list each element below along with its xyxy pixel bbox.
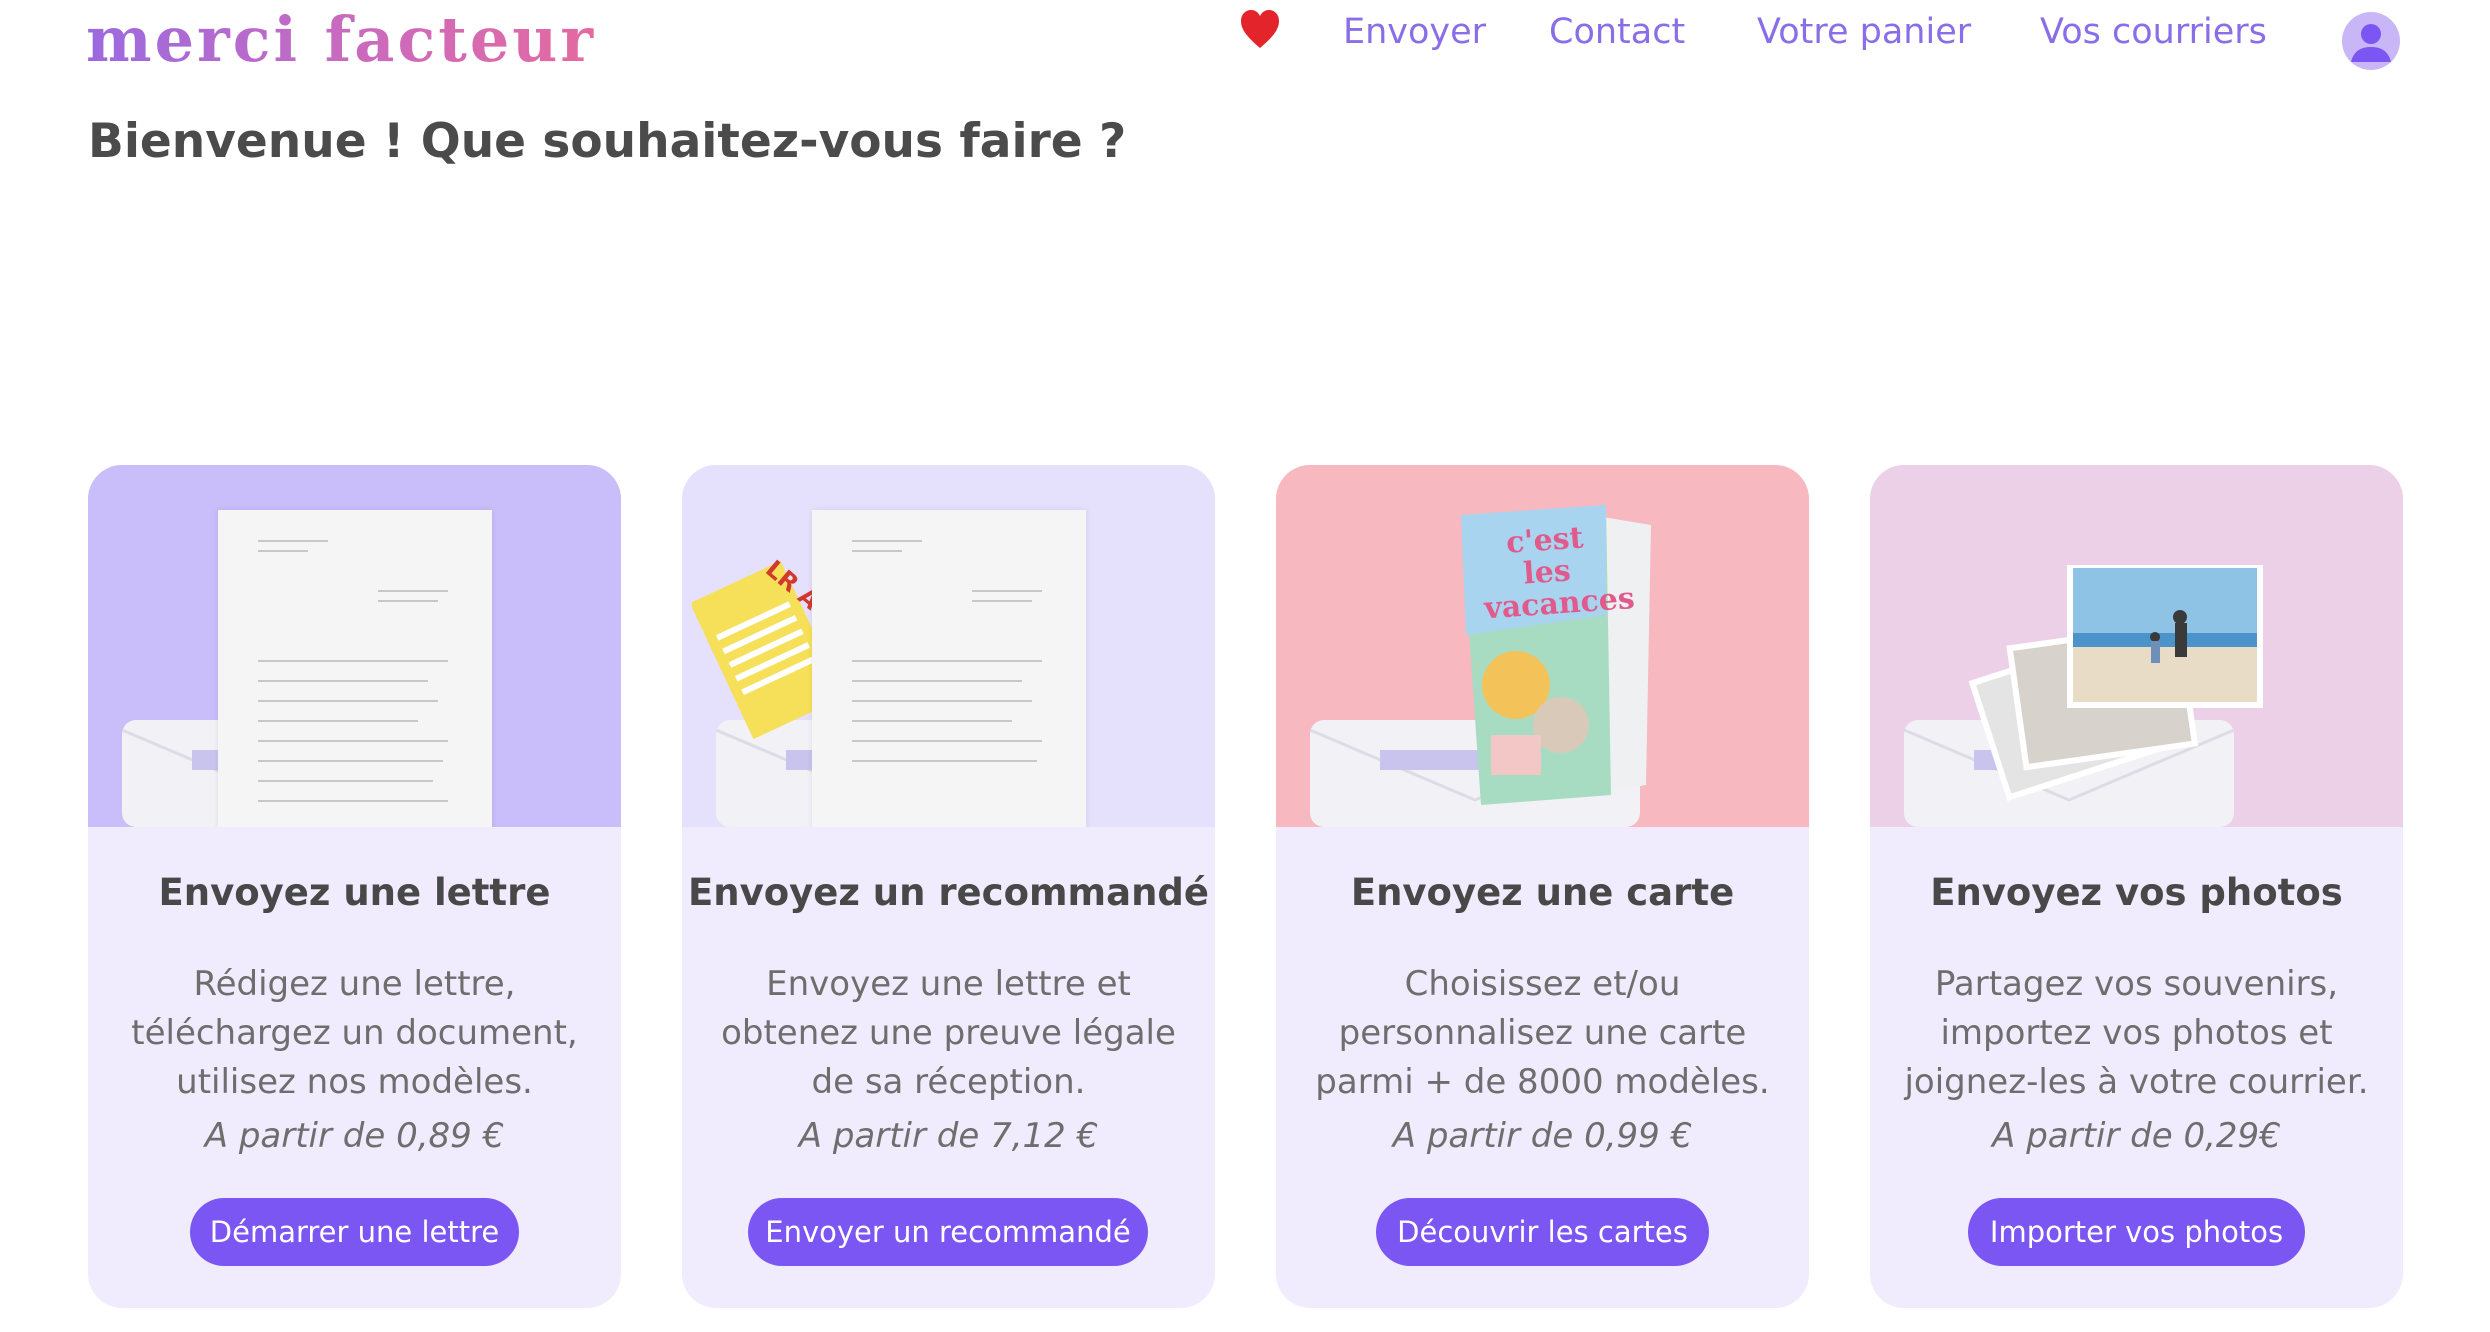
card-price: A partir de 0,99 € bbox=[1392, 1116, 1693, 1156]
card-photos-image bbox=[1870, 465, 2403, 827]
card-description: Rédigez une lettre, téléchargez un docum… bbox=[118, 960, 591, 1107]
nav-link-panier[interactable]: Votre panier bbox=[1757, 12, 1971, 52]
nav-link-courriers[interactable]: Vos courriers bbox=[2040, 12, 2267, 52]
nav-link-contact[interactable]: Contact bbox=[1549, 12, 1685, 52]
card-description-line: Rédigez une lettre, bbox=[193, 964, 516, 1004]
card-description-line: Partagez vos souvenirs, bbox=[1934, 964, 2339, 1004]
card-title: Envoyez vos photos bbox=[1930, 871, 2343, 914]
start-letter-button[interactable]: Démarrer une lettre bbox=[190, 1198, 519, 1266]
site-header: merci facteur Envoyer Contact Votre pani… bbox=[0, 0, 2490, 90]
card-illustration-text: c'est les vacances bbox=[1483, 520, 1636, 627]
nav-link-envoyer[interactable]: Envoyer bbox=[1343, 12, 1486, 52]
send-registered-button[interactable]: Envoyer un recommandé bbox=[748, 1198, 1148, 1266]
site-logo[interactable]: merci facteur bbox=[86, 4, 596, 76]
card-carte[interactable]: c'est les vacances Envoyez une carte Cho… bbox=[1276, 465, 1809, 1308]
card-description-line: personnalisez une carte bbox=[1338, 1013, 1747, 1053]
card-description-line: de sa réception. bbox=[811, 1062, 1086, 1102]
card-carte-image: c'est les vacances bbox=[1276, 465, 1809, 827]
card-price: A partir de 7,12 € bbox=[798, 1116, 1099, 1156]
card-description-line: Choisissez et/ou bbox=[1404, 964, 1681, 1004]
letter-document bbox=[812, 510, 1086, 827]
photos-stack-icon bbox=[1968, 565, 2263, 802]
discover-cards-button[interactable]: Découvrir les cartes bbox=[1376, 1198, 1709, 1266]
card-description-line: Envoyez une lettre et bbox=[766, 964, 1131, 1004]
card-description-line: obtenez une preuve légale bbox=[721, 1013, 1176, 1053]
card-recommande[interactable]: LR AR Envoyez un recommandé Envoyez une … bbox=[682, 465, 1215, 1308]
page-title: Bienvenue ! Que souhaitez-vous faire ? bbox=[88, 114, 1127, 169]
card-lettre[interactable]: Envoyez une lettre Rédigez une lettre, t… bbox=[88, 465, 621, 1308]
card-title: Envoyez une carte bbox=[1350, 871, 1735, 914]
card-description-line: importez vos photos et bbox=[1940, 1013, 2333, 1053]
heart-icon[interactable] bbox=[1240, 8, 1280, 52]
card-description: Choisissez et/ou personnalisez une carte… bbox=[1306, 960, 1779, 1107]
card-recommande-image: LR AR bbox=[682, 465, 1215, 827]
card-lettre-image bbox=[88, 465, 621, 827]
import-photos-button[interactable]: Importer vos photos bbox=[1968, 1198, 2305, 1266]
card-title: Envoyez un recommandé bbox=[687, 871, 1210, 914]
card-description-line: parmi + de 8000 modèles. bbox=[1315, 1062, 1770, 1102]
card-price: A partir de 0,29€ bbox=[1992, 1116, 2281, 1156]
card-price: A partir de 0,89 € bbox=[204, 1116, 505, 1156]
card-description-line: utilisez nos modèles. bbox=[176, 1062, 533, 1102]
user-avatar-icon[interactable] bbox=[2342, 12, 2400, 70]
card-title: Envoyez une lettre bbox=[158, 871, 551, 914]
letter-document bbox=[218, 510, 492, 827]
card-description: Envoyez une lettre et obtenez une preuve… bbox=[712, 960, 1185, 1107]
card-description-line: joignez-les à votre courrier. bbox=[1904, 1062, 2369, 1102]
card-description: Partagez vos souvenirs, importez vos pho… bbox=[1900, 960, 2373, 1107]
card-description-line: téléchargez un document, bbox=[131, 1013, 578, 1053]
card-photos[interactable]: Envoyez vos photos Partagez vos souvenir… bbox=[1870, 465, 2403, 1308]
